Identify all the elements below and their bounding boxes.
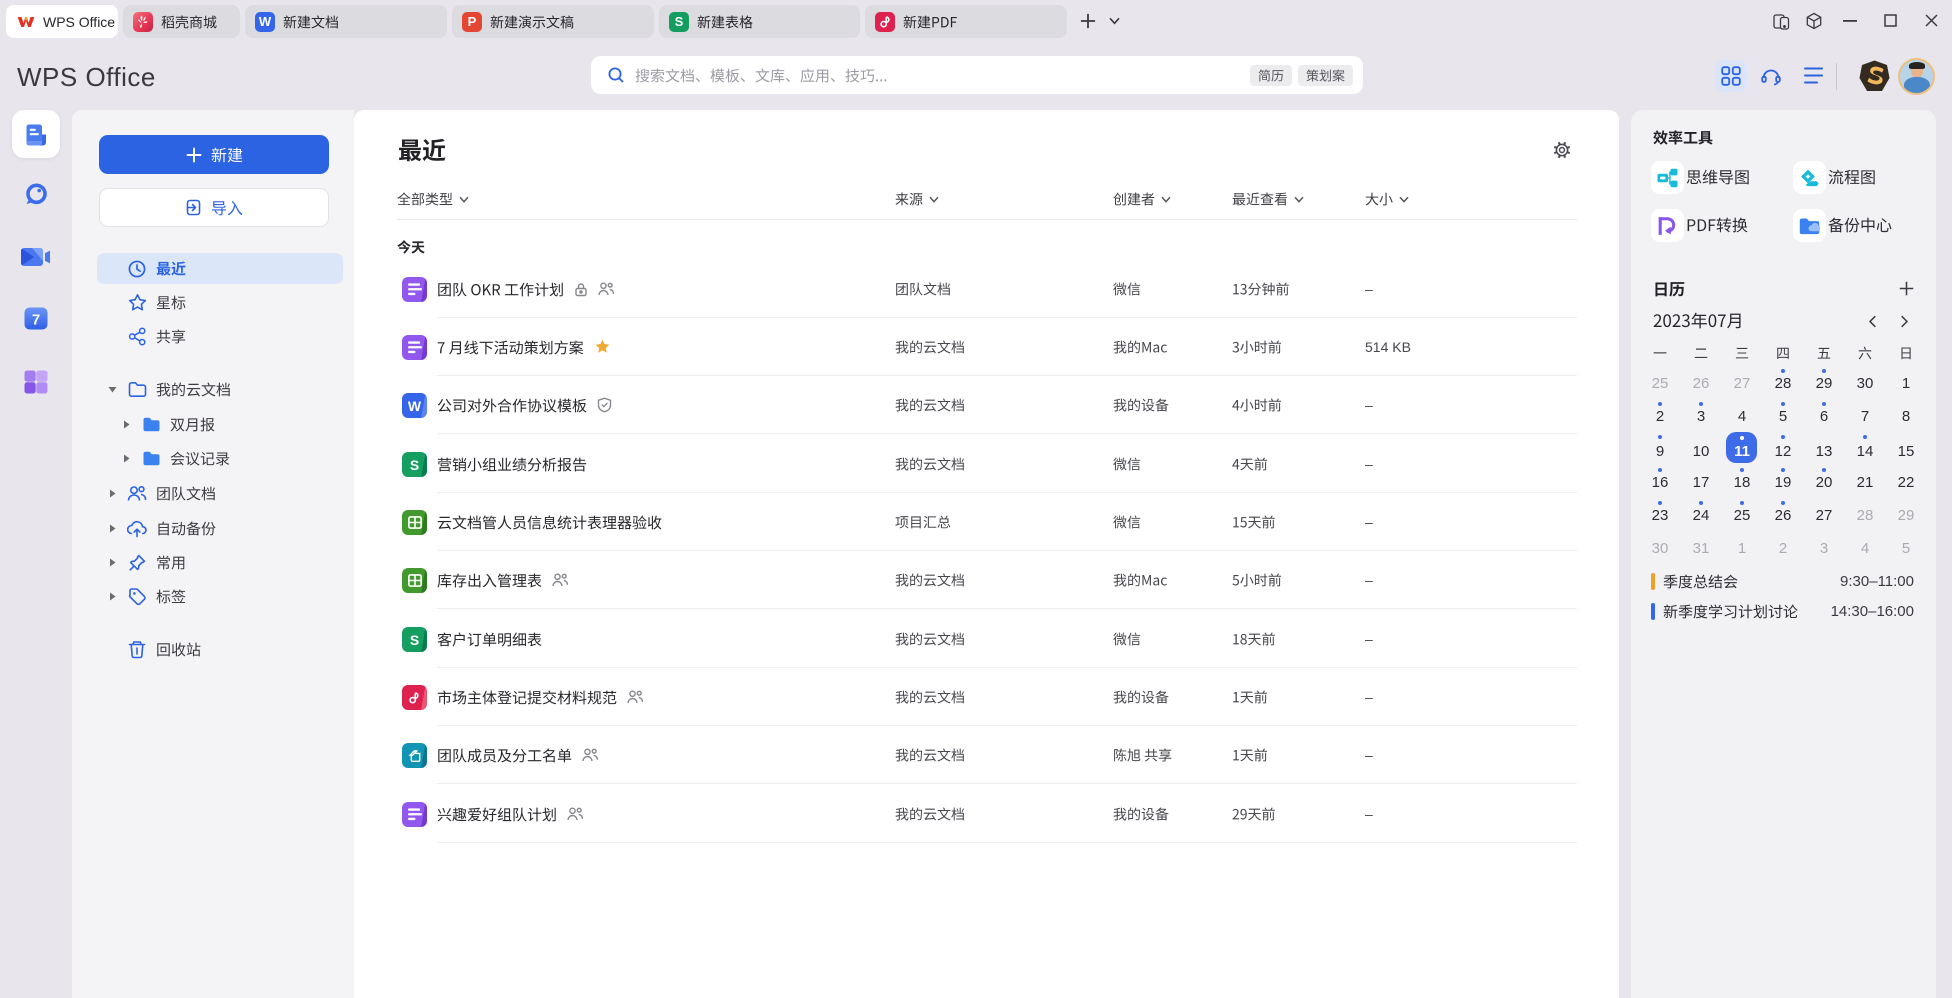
svg-text:7: 7 [32,312,40,329]
